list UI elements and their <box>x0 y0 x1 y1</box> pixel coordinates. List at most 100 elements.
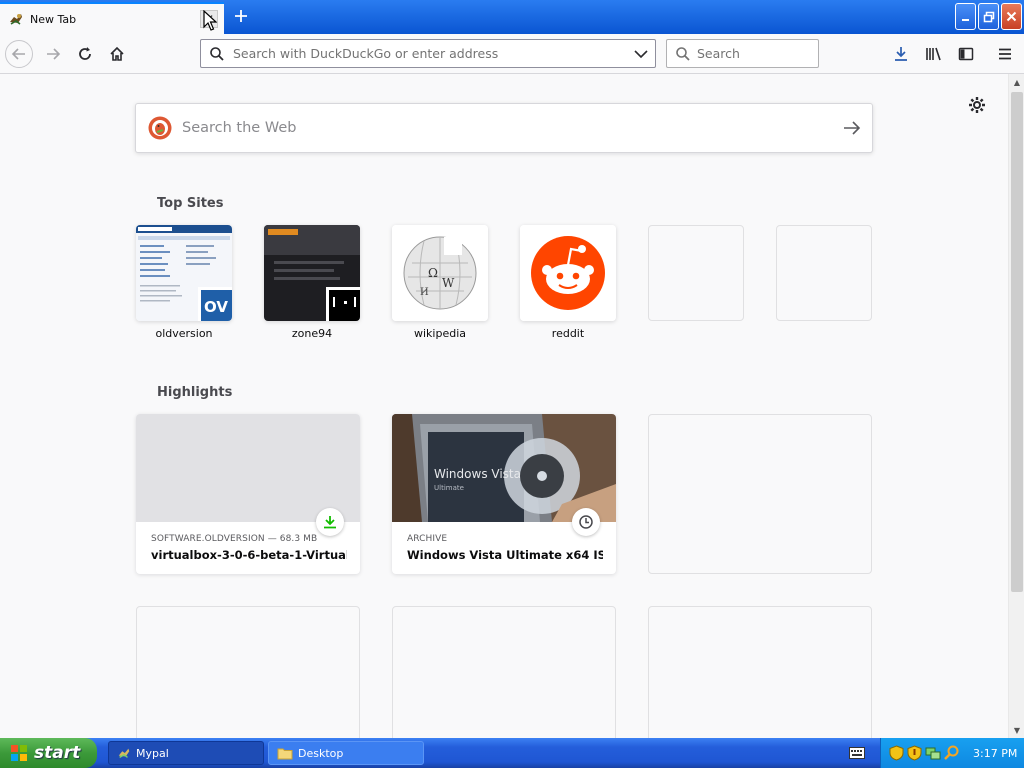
search-input[interactable] <box>697 46 853 61</box>
windows-logo-icon <box>10 744 28 762</box>
search-icon <box>675 46 691 62</box>
clock: 3:17 PM <box>973 746 1018 760</box>
tab-title: New Tab <box>30 12 77 26</box>
mypal-app-icon <box>117 746 131 760</box>
top-site-empty[interactable] <box>776 225 872 327</box>
download-icon <box>316 508 344 536</box>
reddit-logo-icon <box>520 225 616 321</box>
wikipedia-globe-icon: Ω W И <box>392 225 488 321</box>
top-site-oldversion[interactable]: OV oldversion <box>136 225 232 340</box>
svg-text:Ultimate: Ultimate <box>434 484 464 492</box>
site-placeholder <box>776 225 872 321</box>
duckduckgo-logo-icon <box>148 116 172 140</box>
highlight-placeholder <box>648 606 872 738</box>
taskbar-item-label: Mypal <box>136 746 169 760</box>
highlight-title: Windows Vista Ultimate x64 ISO... <box>407 548 603 562</box>
menu-button[interactable] <box>991 40 1019 68</box>
minimize-button[interactable] <box>955 3 976 30</box>
highlight-placeholder <box>136 606 360 738</box>
svg-text:Ω: Ω <box>428 266 438 280</box>
back-button[interactable] <box>5 40 33 68</box>
top-site-label: wikipedia <box>413 327 466 340</box>
start-label: start <box>34 743 81 763</box>
restore-button[interactable] <box>978 3 999 30</box>
security-shield-icon[interactable] <box>889 745 904 761</box>
browser-favicon-icon <box>8 11 24 27</box>
web-search-input[interactable] <box>182 120 832 136</box>
highlight-placeholder <box>392 606 616 738</box>
system-tray: 3:17 PM <box>880 738 1024 768</box>
search-bar[interactable] <box>666 39 853 68</box>
page-scrollbar[interactable]: ▲ ▼ <box>1008 74 1024 738</box>
site-thumbnail <box>520 225 616 321</box>
close-window-button[interactable] <box>1001 3 1022 30</box>
top-site-zone94[interactable]: zone94 <box>264 225 360 340</box>
downloads-button[interactable] <box>887 40 915 68</box>
clock-icon <box>572 508 600 536</box>
highlights-heading: Highlights <box>157 385 233 400</box>
new-tab-button[interactable] <box>230 5 252 27</box>
start-button[interactable]: start <box>0 738 97 768</box>
highlight-card[interactable]: Windows Vista Ultimate ARCHIVE Windows V… <box>392 414 616 574</box>
search-submit-arrow-icon[interactable] <box>832 104 872 152</box>
security-shield-icon[interactable] <box>907 745 922 761</box>
highlight-card[interactable]: SOFTWARE.OLDVERSION — 68.3 MB virtualbox… <box>136 414 360 574</box>
forward-button[interactable] <box>39 40 67 68</box>
search-icon[interactable] <box>944 745 960 761</box>
library-button[interactable] <box>920 40 948 68</box>
highlight-thumbnail <box>136 414 360 522</box>
taskbar-item-label: Desktop <box>298 746 344 760</box>
highlight-context: ARCHIVE <box>407 534 448 544</box>
url-input[interactable] <box>233 46 627 61</box>
windows-taskbar: start Mypal Desktop 3:17 PM <box>0 738 1024 768</box>
window-controls <box>955 3 1022 30</box>
top-site-reddit[interactable]: reddit <box>520 225 616 340</box>
download-icon <box>895 47 907 61</box>
tab-close-icon[interactable]: ✕ <box>200 10 218 28</box>
back-arrow-icon <box>11 48 25 60</box>
top-site-empty[interactable] <box>648 225 744 327</box>
top-site-label: reddit <box>551 327 585 340</box>
tab-strip: New Tab ✕ <box>0 0 1024 34</box>
highlight-context: SOFTWARE.OLDVERSION — 68.3 MB <box>151 534 318 544</box>
url-bar[interactable] <box>200 39 656 68</box>
search-icon <box>209 46 225 62</box>
folder-icon <box>277 746 293 760</box>
tab-new-tab[interactable]: New Tab ✕ <box>0 2 224 34</box>
svg-text:W: W <box>442 276 455 290</box>
site-thumbnail: OV <box>136 225 232 321</box>
svg-text:И: И <box>420 287 429 298</box>
library-icon <box>926 47 941 61</box>
scroll-up-arrow-icon[interactable]: ▲ <box>1009 74 1024 90</box>
taskbar-item-desktop[interactable]: Desktop <box>268 741 424 765</box>
highlight-title: virtualbox-3-0-6-beta-1-Virtual... <box>151 548 347 562</box>
sidebar-toggle-button[interactable] <box>952 40 980 68</box>
scrollbar-thumb[interactable] <box>1011 92 1023 592</box>
home-button[interactable] <box>103 40 131 68</box>
top-sites-heading: Top Sites <box>157 196 224 211</box>
taskbar-item-mypal[interactable]: Mypal <box>108 741 264 765</box>
web-search-box[interactable] <box>135 103 873 153</box>
hamburger-menu-icon <box>999 48 1011 60</box>
home-icon <box>110 46 124 61</box>
reload-icon <box>79 47 91 60</box>
sidebar-icon <box>958 47 974 61</box>
network-icon[interactable] <box>925 745 941 761</box>
site-placeholder <box>648 225 744 321</box>
navigation-toolbar <box>0 34 1024 74</box>
new-tab-page: Top Sites OV oldversion <box>0 74 1008 738</box>
scroll-down-arrow-icon[interactable]: ▼ <box>1009 722 1024 738</box>
top-site-wikipedia[interactable]: Ω W И wikipedia <box>392 225 488 340</box>
highlight-placeholder <box>648 414 872 574</box>
reload-button[interactable] <box>71 40 99 68</box>
top-site-label: zone94 <box>291 327 333 340</box>
settings-gear-icon[interactable] <box>966 94 988 116</box>
chevron-down-icon[interactable] <box>627 49 655 59</box>
forward-arrow-icon <box>47 48 61 60</box>
highlight-thumbnail: Windows Vista Ultimate <box>392 414 616 522</box>
keyboard-layout-icon[interactable] <box>848 746 866 760</box>
site-thumbnail: Ω W И <box>392 225 488 321</box>
top-site-label: oldversion <box>155 327 213 340</box>
svg-text:Windows Vista: Windows Vista <box>434 467 521 481</box>
site-thumbnail <box>264 225 360 321</box>
